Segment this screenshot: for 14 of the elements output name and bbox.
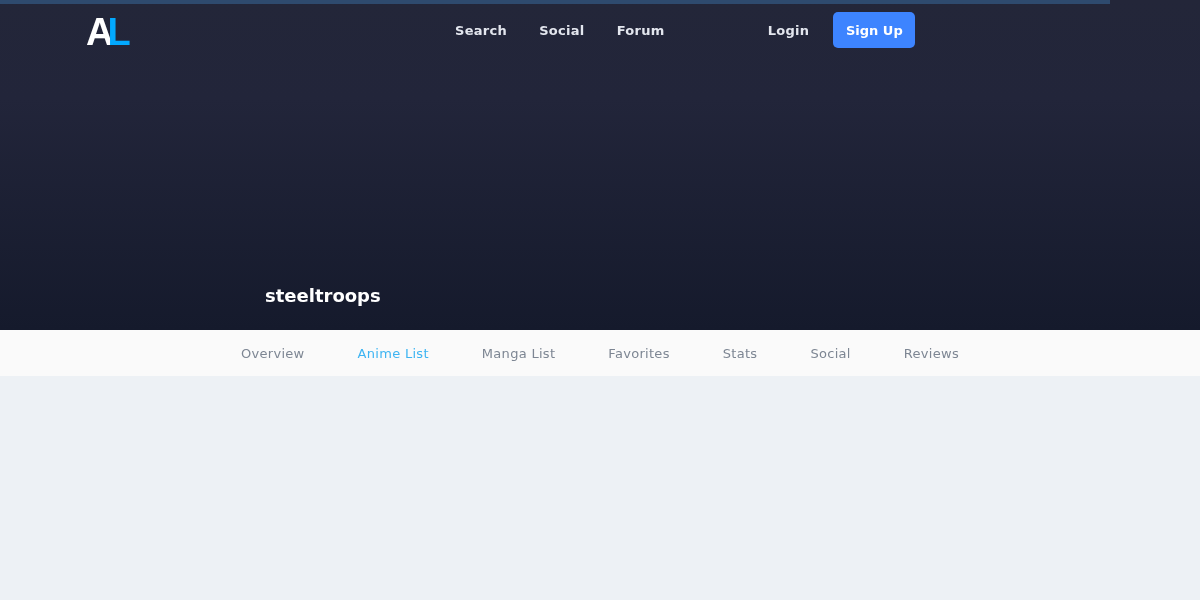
nav-link[interactable]: Forum bbox=[616, 22, 665, 38]
profile-tab[interactable]: Overview bbox=[240, 345, 305, 361]
sign-up-button[interactable]: Sign Up bbox=[833, 12, 916, 48]
profile-tab[interactable]: Reviews bbox=[903, 345, 960, 361]
profile-tab[interactable]: Favorites bbox=[608, 345, 670, 361]
profile-tab[interactable]: Manga List bbox=[481, 345, 556, 361]
site-logo[interactable]: AL bbox=[86, 13, 126, 47]
profile-tab[interactable]: Social bbox=[810, 345, 851, 361]
username: steeltroops bbox=[264, 285, 382, 306]
nav-link[interactable]: Social bbox=[539, 22, 585, 38]
profile-tab[interactable]: Anime List bbox=[357, 345, 429, 361]
nav-link[interactable]: Search bbox=[455, 22, 508, 38]
login-link[interactable]: Login bbox=[767, 22, 810, 38]
profile-tab[interactable]: Stats bbox=[722, 345, 758, 361]
